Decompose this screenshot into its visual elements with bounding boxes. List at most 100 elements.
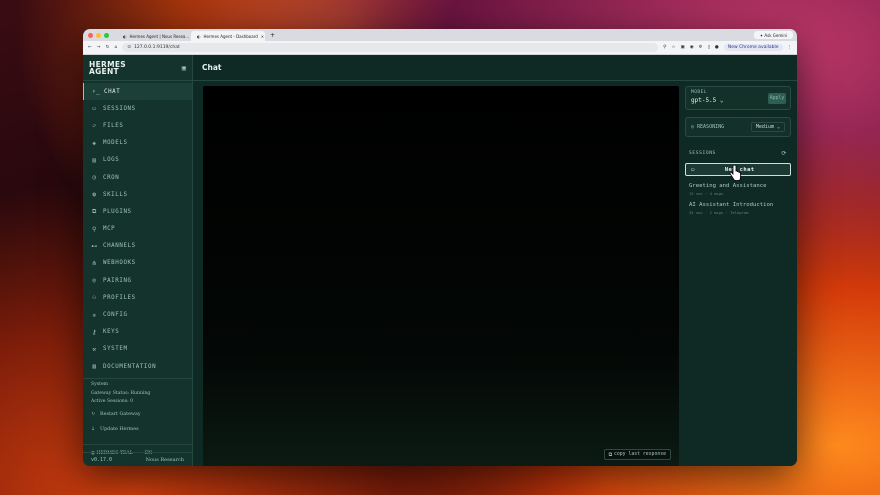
cube-icon: ◈: [92, 139, 97, 147]
sidepanel-icon[interactable]: ▯: [707, 45, 709, 50]
forward-icon[interactable]: →: [97, 45, 101, 50]
maximize-window-button[interactable]: [104, 32, 109, 38]
webhook-icon: ⋔: [91, 259, 98, 267]
version-label: v0.17.0: [91, 456, 113, 463]
sidebar-item-logs[interactable]: ▤ LOGS: [83, 152, 192, 169]
update-hermes-button[interactable]: ⤓ Update Hermes: [83, 422, 192, 438]
minimize-window-button[interactable]: [96, 32, 101, 38]
sidebar-item-system[interactable]: ⚒ SYSTEM: [83, 341, 192, 358]
gateway-status: Gateway Status: Running: [91, 390, 151, 396]
sidebar-item-config[interactable]: ✲ CONFIG: [83, 306, 192, 323]
sidebar-item-mcp[interactable]: ⚲ MCP: [83, 221, 192, 238]
extension-icon[interactable]: ▣: [680, 45, 684, 50]
sidebar-item-sessions[interactable]: ▭ SESSIONS: [83, 100, 192, 117]
close-tab-icon[interactable]: ×: [261, 34, 264, 39]
zoom-icon[interactable]: ⚲: [663, 45, 666, 50]
session-item[interactable]: Greeting and Assistance 15 sec · 4 msgs: [685, 180, 791, 199]
browser-tab-1[interactable]: ◐ Hermes Agent | Nous Resea… ×: [117, 31, 191, 41]
sidebar-item-label: PAIRING: [103, 277, 132, 284]
close-window-button[interactable]: [88, 32, 93, 38]
sidebar: HERMES AGENT ▣ ›_ CHAT ▭ SESSIONS ▱ FILES ◈ MOD…: [83, 55, 193, 466]
sidebar-item-label: CRON: [103, 174, 120, 181]
sidebar-item-label: MCP: [103, 226, 116, 233]
session-item[interactable]: AI Assistant Introduction 35 sec · 2 msgs…: [685, 199, 791, 218]
sidebar-item-label: CHAT: [104, 88, 121, 95]
session-meta: 35 sec · 2 msgs · Telegram: [689, 210, 749, 215]
sidebar-item-label: DOCUMENTATION: [103, 363, 157, 370]
sidebar-item-label: SESSIONS: [103, 105, 136, 112]
extension-icon[interactable]: ◉: [690, 45, 694, 50]
window-controls: [83, 32, 117, 38]
refresh-icon[interactable]: ⟳: [781, 150, 787, 157]
active-sessions: Active Sessions: 0: [91, 399, 134, 405]
sparkle-icon: ✦: [759, 32, 764, 38]
reasoning-card: ◎ REASONING Medium ⌄: [685, 117, 791, 137]
profile-avatar[interactable]: ●: [715, 45, 719, 50]
session-title: AI Assistant Introduction: [689, 202, 774, 208]
org-link[interactable]: Nous Research: [146, 457, 184, 463]
sidebar-item-profiles[interactable]: ⚇ PROFILES: [83, 289, 192, 306]
sidebar-nav: ›_ CHAT ▭ SESSIONS ▱ FILES ◈ MODELS ▤ LOGS ◷ CRON ◍ S…: [83, 81, 192, 375]
restart-gateway-button[interactable]: ↻ Restart Gateway: [83, 407, 192, 423]
back-icon[interactable]: ←: [88, 45, 92, 50]
chat-content: ⧉ copy last response MODEL gpt-5.5 ⌄ App…: [193, 81, 797, 466]
sidebar-item-label: MODELS: [103, 140, 128, 147]
chat-terminal[interactable]: ⧉ copy last response: [203, 86, 679, 466]
new-tab-button[interactable]: +: [265, 32, 280, 39]
home-icon[interactable]: ⌂: [114, 45, 117, 50]
sidebar-footer: v0.17.0 Nous Research: [83, 452, 192, 466]
chrome-update-button[interactable]: New Chrome available: [723, 44, 783, 51]
copy-last-response-button[interactable]: ⧉ copy last response: [603, 449, 671, 460]
radio-icon: ⊷: [91, 242, 98, 250]
address-bar[interactable]: ⊙ 127.0.0.1:9119/chat: [122, 43, 659, 52]
wrench-icon: ⚒: [92, 345, 97, 353]
book-icon: ▥: [92, 363, 97, 371]
menu-kebab-icon[interactable]: ⋮: [788, 45, 793, 50]
hand-pointer-cursor-icon: [729, 165, 741, 181]
sidebar-item-webhooks[interactable]: ⋔ WEBHOOKS: [83, 255, 192, 272]
site-info-icon[interactable]: ⊙: [127, 45, 131, 50]
sidebar-item-cron[interactable]: ◷ CRON: [83, 169, 192, 186]
sidebar-item-label: PROFILES: [103, 294, 136, 301]
apply-button[interactable]: Apply: [768, 93, 786, 104]
sidebar-item-label: WEBHOOKS: [103, 260, 136, 267]
browser-toolbar: ← → ↻ ⌂ ⊙ 127.0.0.1:9119/chat ⚲ ☆ ▣ ◉ ✲ …: [83, 41, 797, 55]
restart-icon: ↻: [91, 411, 96, 417]
sidebar-item-plugins[interactable]: ⧉ PLUGINS: [83, 203, 192, 220]
chevron-down-icon: ⌄: [776, 124, 780, 130]
app-logo: HERMES AGENT: [89, 59, 126, 76]
main-area: Chat ⧉ copy last response MODEL gpt-5.5 …: [193, 55, 797, 466]
ask-gemini-button[interactable]: ✦ Ask Gemini: [753, 31, 793, 39]
sidebar-item-skills[interactable]: ◍ SKILLS: [83, 186, 192, 203]
chevron-down-icon: ⌄: [719, 97, 724, 104]
sidebar-item-label: LOGS: [103, 157, 120, 164]
sidebar-item-label: PLUGINS: [103, 208, 132, 215]
sidebar-item-keys[interactable]: ⚷ KEYS: [83, 324, 192, 341]
model-card: MODEL gpt-5.5 ⌄ Apply: [685, 86, 791, 110]
file-text-icon: ▤: [92, 156, 97, 164]
bookmark-star-icon[interactable]: ☆: [671, 45, 675, 50]
extension-icon[interactable]: ✲: [699, 45, 703, 50]
globe-icon: ◍: [92, 191, 97, 199]
session-list: Greeting and Assistance 15 sec · 4 msgs AI…: [685, 180, 791, 218]
browser-tab-2[interactable]: ◐ Hermes Agent - Dashboard ×: [191, 31, 265, 41]
plug-icon: ⚲: [92, 225, 97, 233]
sidebar-item-label: FILES: [103, 122, 124, 129]
sidebar-item-models[interactable]: ◈ MODELS: [83, 135, 192, 152]
reload-icon[interactable]: ↻: [106, 45, 110, 50]
sidebar-item-files[interactable]: ▱ FILES: [83, 117, 192, 134]
reasoning-select[interactable]: Medium ⌄: [750, 122, 785, 132]
sidebar-item-pairing[interactable]: ◎ PAIRING: [83, 272, 192, 289]
download-icon: ⤓: [91, 427, 96, 433]
site-favicon-icon: ◐: [123, 33, 127, 39]
sidebar-item-chat[interactable]: ›_ CHAT: [83, 83, 192, 101]
gear-icon: ✲: [92, 311, 97, 319]
chat-side-panel: MODEL gpt-5.5 ⌄ Apply ◎ REASONING Medium…: [685, 86, 791, 466]
folder-icon: ▱: [92, 122, 97, 130]
sidebar-item-channels[interactable]: ⊷ CHANNELS: [83, 238, 192, 255]
collapse-sidebar-icon[interactable]: ▣: [182, 64, 186, 72]
sidebar-item-label: CHANNELS: [103, 243, 136, 250]
sidebar-item-documentation[interactable]: ▥ DOCUMENTATION: [83, 358, 192, 375]
sidebar-item-label: SYSTEM: [103, 346, 128, 353]
sessions-header: SESSIONS ⟳: [689, 150, 787, 157]
